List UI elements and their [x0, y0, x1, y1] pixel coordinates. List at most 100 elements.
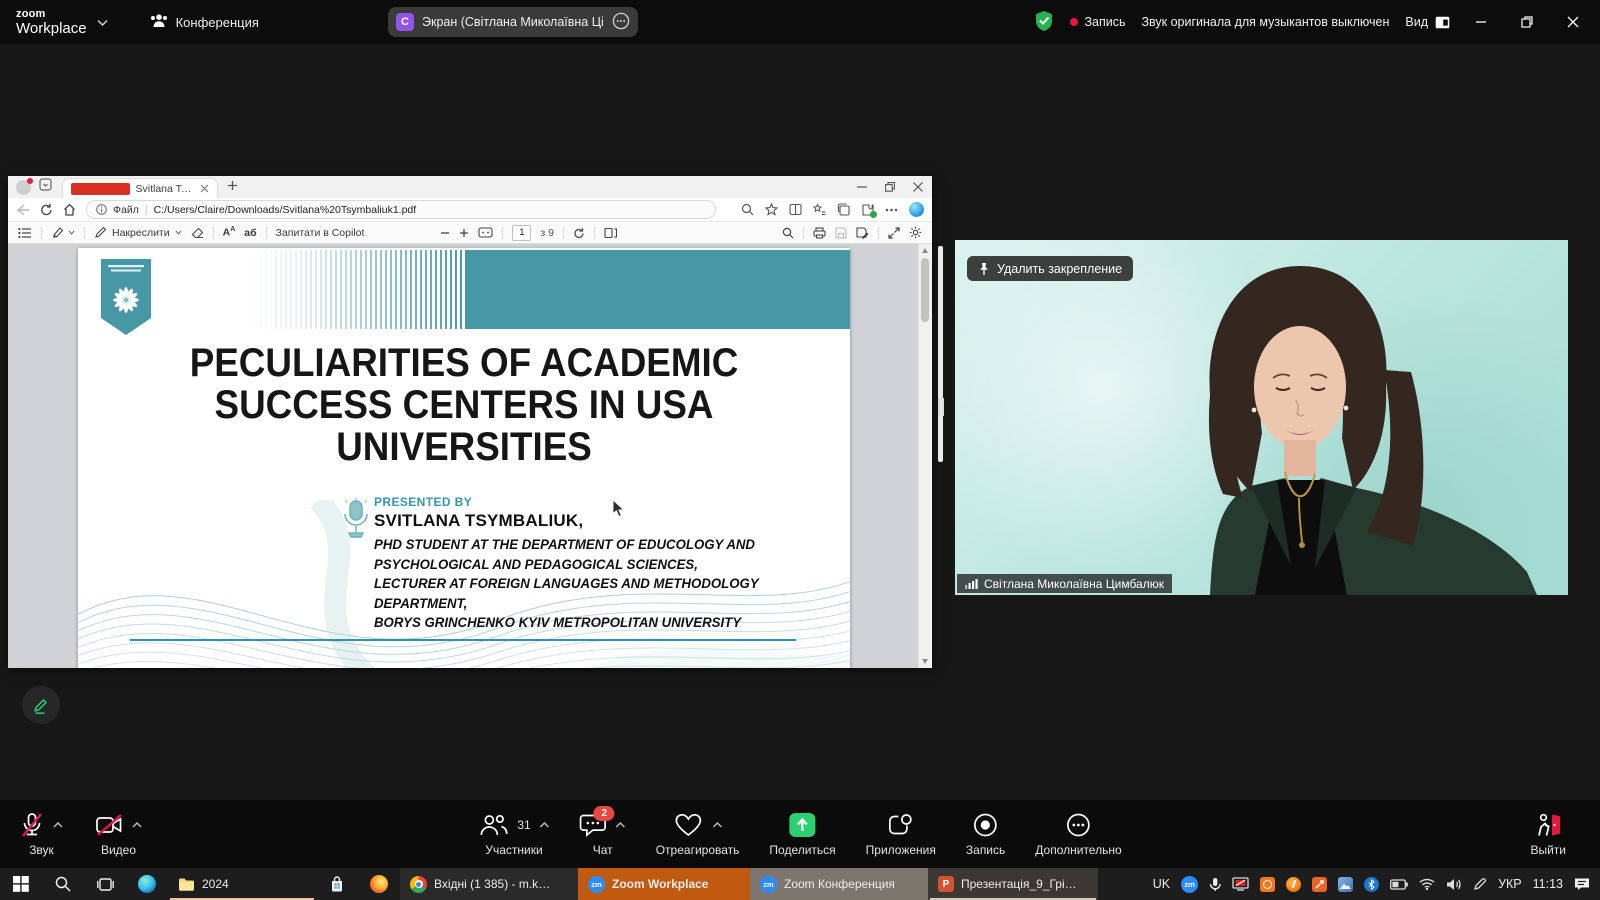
tab-more-icon[interactable]: [612, 12, 630, 33]
tray-volume-icon[interactable]: [1446, 878, 1462, 891]
folder-2024-window[interactable]: 2024: [168, 868, 316, 900]
tray-language-label[interactable]: УКР: [1498, 877, 1522, 891]
pinned-video-tile[interactable]: Удалить закрепление Світлана Миколаївна …: [955, 240, 1568, 595]
restore-button[interactable]: [1512, 7, 1542, 37]
start-button[interactable]: [0, 868, 42, 900]
browser-tab-active[interactable]: Svitlana Tsymbaliuk1.pdf: [62, 178, 218, 199]
chrome-window-button[interactable]: Вхідні (1 385) - m.koz...: [400, 868, 578, 900]
tray-language-uk[interactable]: UK: [1153, 877, 1170, 891]
print-icon[interactable]: [813, 227, 826, 239]
browser-minimize-button[interactable]: [848, 176, 876, 198]
tray-pen-icon[interactable]: [1473, 877, 1487, 891]
extensions-icon[interactable]: [861, 203, 874, 216]
more-menu-icon[interactable]: [885, 208, 898, 212]
chat-chevron-up-icon[interactable]: [616, 822, 626, 828]
search-pdf-icon[interactable]: [782, 227, 794, 239]
fit-page-icon[interactable]: [478, 227, 493, 238]
security-shield-icon[interactable]: [1034, 10, 1054, 35]
tray-app-orange-icon[interactable]: [1260, 877, 1275, 892]
brand-chevron-down-icon[interactable]: [97, 13, 108, 31]
audio-button[interactable]: Звук: [20, 810, 63, 857]
panel-resize-handle[interactable]: [936, 396, 945, 418]
tab-search-icon[interactable]: [39, 178, 52, 196]
panel-resize-divider[interactable]: [938, 246, 943, 462]
tray-photos-icon[interactable]: [1338, 877, 1353, 892]
scroll-thumb[interactable]: [921, 258, 929, 322]
task-view-button[interactable]: [84, 868, 126, 900]
home-icon[interactable]: [63, 203, 76, 216]
participants-chevron-up-icon[interactable]: [540, 822, 550, 828]
annotate-button[interactable]: [22, 686, 60, 724]
scroll-up-icon[interactable]: [922, 248, 928, 253]
remove-pin-button[interactable]: Удалить закрепление: [967, 256, 1133, 281]
audio-chevron-up-icon[interactable]: [53, 822, 63, 828]
collections-icon[interactable]: [837, 203, 850, 216]
copilot-icon[interactable]: [909, 202, 924, 217]
store-taskbar-icon[interactable]: [316, 868, 358, 900]
original-sound-status[interactable]: Звук оригинала для музыкантов выключен: [1141, 15, 1389, 29]
zoom-workplace-button[interactable]: zm Zoom Workplace: [578, 868, 750, 900]
page-number-input[interactable]: 1: [512, 225, 531, 241]
tray-wifi-icon[interactable]: [1419, 878, 1435, 890]
tray-clock[interactable]: 11:13: [1533, 877, 1563, 891]
favorites-bar-icon[interactable]: [813, 203, 826, 216]
tray-mic-icon[interactable]: [1209, 877, 1221, 892]
zoom-meeting-button[interactable]: zm Zoom Конференция: [750, 868, 928, 900]
draw-tool[interactable]: Накреслити: [94, 226, 182, 239]
tray-screenshare-blocked-icon[interactable]: [1232, 877, 1249, 891]
zoom-in-icon[interactable]: [459, 228, 469, 238]
action-center-icon[interactable]: [1574, 877, 1590, 891]
tab-close-icon[interactable]: [200, 184, 209, 193]
share-button[interactable]: Поделиться: [769, 810, 835, 857]
back-icon[interactable]: [16, 204, 30, 216]
scroll-down-icon[interactable]: [922, 659, 928, 664]
save-icon[interactable]: [835, 227, 847, 239]
chat-button[interactable]: 2 Чат: [580, 810, 626, 857]
powerpoint-window-button[interactable]: P Презентація_9_Грінч...: [928, 868, 1098, 900]
page-view-icon[interactable]: [604, 227, 617, 239]
rotate-icon[interactable]: [573, 227, 585, 239]
record-button[interactable]: Запись: [966, 810, 1005, 857]
read-aloud-icon[interactable]: аб: [244, 227, 256, 239]
taskbar-search-button[interactable]: [42, 868, 84, 900]
zoom-workplace-logo[interactable]: zoom Workplace: [16, 9, 87, 36]
more-button[interactable]: Дополнительно: [1035, 810, 1121, 857]
apps-button[interactable]: Приложения: [866, 810, 936, 857]
react-chevron-up-icon[interactable]: [712, 822, 722, 828]
split-screen-icon[interactable]: [789, 203, 802, 216]
firefox-taskbar-icon[interactable]: [358, 868, 400, 900]
recording-indicator[interactable]: Запись: [1070, 15, 1125, 29]
tab-conference[interactable]: Конференция: [150, 13, 259, 31]
eraser-icon[interactable]: [191, 227, 204, 239]
close-button[interactable]: [1558, 7, 1588, 37]
refresh-icon[interactable]: [40, 203, 53, 216]
favorite-star-icon[interactable]: [765, 203, 778, 216]
tray-bluetooth-icon[interactable]: [1364, 877, 1379, 892]
react-button[interactable]: Отреагировать: [656, 810, 740, 857]
browser-restore-button[interactable]: [876, 176, 904, 198]
tab-screen-share[interactable]: C Экран (Світлана Миколаївна Ці: [388, 7, 638, 37]
minimize-button[interactable]: [1466, 7, 1496, 37]
fullscreen-icon[interactable]: [888, 227, 900, 239]
tray-app-rocket-icon[interactable]: [1312, 877, 1327, 892]
settings-gear-icon[interactable]: [909, 226, 922, 239]
toc-icon[interactable]: [18, 227, 32, 239]
zoom-out-icon[interactable]: [440, 228, 450, 238]
tray-zoom-icon[interactable]: zm: [1181, 876, 1198, 893]
browser-profile-icon[interactable]: [16, 180, 31, 195]
save-as-icon[interactable]: [856, 227, 869, 239]
address-bar[interactable]: Файл | C:/Users/Claire/Downloads/Svitlan…: [86, 200, 716, 219]
video-chevron-up-icon[interactable]: [132, 822, 142, 828]
browser-close-button[interactable]: [904, 176, 932, 198]
font-size-icon[interactable]: AA: [223, 226, 236, 239]
view-menu[interactable]: Вид: [1405, 15, 1450, 29]
highlight-tool[interactable]: [51, 226, 75, 239]
ask-copilot-button[interactable]: Запитати в Copilot: [276, 227, 365, 239]
new-tab-icon[interactable]: [227, 178, 238, 196]
video-button[interactable]: Видео: [95, 810, 142, 857]
leave-button[interactable]: Выйти: [1530, 810, 1566, 857]
tray-avast-icon[interactable]: [1286, 877, 1301, 892]
info-icon[interactable]: [96, 204, 107, 215]
pdf-content-area[interactable]: PECULIARITIES OF ACADEMIC SUCCESS CENTER…: [8, 244, 932, 668]
pdf-scrollbar[interactable]: [918, 244, 932, 668]
